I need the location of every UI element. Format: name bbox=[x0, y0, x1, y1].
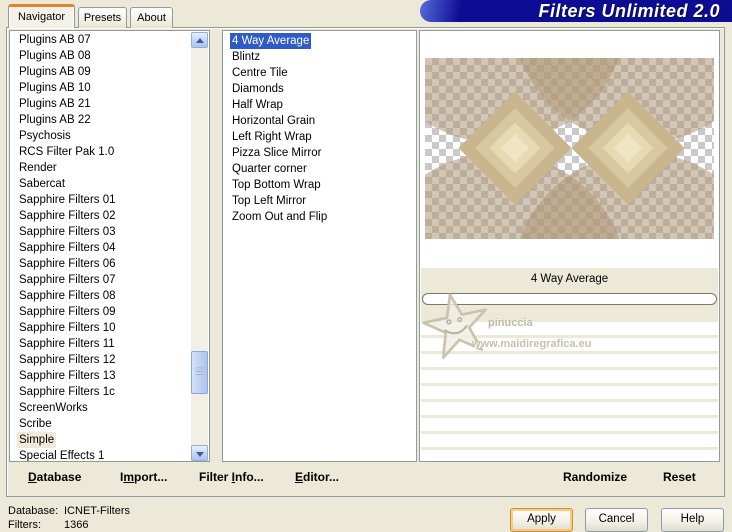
category-item[interactable]: Sapphire Filters 01 bbox=[10, 192, 209, 208]
category-item[interactable]: RCS Filter Pak 1.0 bbox=[10, 144, 209, 160]
category-item[interactable]: Sabercat bbox=[10, 176, 209, 192]
filters-count-label: Filters: bbox=[8, 519, 41, 531]
parameter-band: 4 Way Average bbox=[421, 268, 718, 319]
reset-button[interactable]: Reset bbox=[663, 462, 696, 492]
help-button[interactable]: Help bbox=[661, 508, 724, 532]
category-item[interactable]: ScreenWorks bbox=[10, 400, 209, 416]
filter-item[interactable]: Left Right Wrap bbox=[223, 129, 416, 145]
category-item[interactable]: Plugins AB 10 bbox=[10, 80, 209, 96]
category-item[interactable]: Plugins AB 08 bbox=[10, 48, 209, 64]
preview-panel: 4 Way Average pinuccia www.maidiregrafic… bbox=[419, 30, 720, 462]
arrow-up-icon bbox=[196, 38, 204, 43]
tab-presets[interactable]: Presets bbox=[78, 7, 127, 28]
category-item[interactable]: Sapphire Filters 09 bbox=[10, 304, 209, 320]
pattern-diamond bbox=[571, 91, 685, 205]
filter-item[interactable]: Top Left Mirror bbox=[223, 193, 416, 209]
filter-info-button[interactable]: Filter Info... bbox=[199, 462, 264, 492]
pattern-diamond bbox=[458, 91, 572, 205]
database-status-value: ICNET-Filters bbox=[64, 505, 130, 517]
category-item[interactable]: Sapphire Filters 02 bbox=[10, 208, 209, 224]
filter-preview-image bbox=[425, 58, 714, 239]
filter-item[interactable]: Horizontal Grain bbox=[223, 113, 416, 129]
category-item[interactable]: Sapphire Filters 06 bbox=[10, 256, 209, 272]
category-item[interactable]: Sapphire Filters 04 bbox=[10, 240, 209, 256]
category-item[interactable]: Sapphire Filters 13 bbox=[10, 368, 209, 384]
category-item[interactable]: Sapphire Filters 11 bbox=[10, 336, 209, 352]
category-item[interactable]: Special Effects 1 bbox=[10, 448, 209, 461]
empty-parameter-rows bbox=[421, 319, 718, 461]
category-item[interactable]: Plugins AB 07 bbox=[10, 32, 209, 48]
tab-about-label: About bbox=[137, 12, 166, 24]
category-list-scrollbar[interactable] bbox=[191, 32, 208, 461]
filter-category-list: Plugins AB 07 Plugins AB 08 Plugins AB 0… bbox=[9, 30, 210, 462]
scroll-down-button[interactable] bbox=[191, 445, 208, 461]
cancel-button[interactable]: Cancel bbox=[585, 508, 648, 532]
editor-button[interactable]: Editor... bbox=[295, 462, 339, 492]
filter-parameter-slider[interactable] bbox=[422, 293, 717, 305]
filter-item[interactable]: Zoom Out and Flip bbox=[223, 209, 416, 225]
category-item[interactable]: Plugins AB 21 bbox=[10, 96, 209, 112]
selected-filter-caption: 4 Way Average bbox=[530, 273, 609, 285]
scrollbar-thumb[interactable] bbox=[191, 351, 208, 394]
arrow-down-icon bbox=[196, 452, 204, 457]
filter-list: 4 Way Average Blintz Centre Tile Diamond… bbox=[222, 30, 417, 462]
filter-item[interactable]: Diamonds bbox=[223, 81, 416, 97]
category-item[interactable]: Sapphire Filters 1c bbox=[10, 384, 209, 400]
randomize-button[interactable]: Randomize bbox=[563, 462, 627, 492]
import-button[interactable]: Import... bbox=[120, 462, 167, 492]
filter-item[interactable]: Pizza Slice Mirror bbox=[223, 145, 416, 161]
filters-count-value: 1366 bbox=[64, 519, 89, 531]
filter-item[interactable]: Half Wrap bbox=[223, 97, 416, 113]
category-item[interactable]: Psychosis bbox=[10, 128, 209, 144]
title-banner: Filters Unlimited 2.0 bbox=[420, 0, 732, 22]
category-item[interactable]: Plugins AB 09 bbox=[10, 64, 209, 80]
tab-navigator-label: Navigator bbox=[17, 11, 66, 23]
tab-presets-label: Presets bbox=[83, 12, 122, 24]
category-item[interactable]: Sapphire Filters 07 bbox=[10, 272, 209, 288]
database-button[interactable]: Database bbox=[28, 462, 81, 492]
category-item[interactable]: Sapphire Filters 08 bbox=[10, 288, 209, 304]
category-item[interactable]: Sapphire Filters 10 bbox=[10, 320, 209, 336]
filter-item[interactable]: Quarter corner bbox=[223, 161, 416, 177]
apply-button[interactable]: Apply bbox=[510, 508, 573, 532]
scroll-up-button[interactable] bbox=[191, 32, 208, 48]
category-item-selected[interactable]: Simple bbox=[10, 432, 209, 448]
command-bar: Database Import... Filter Info... Editor… bbox=[8, 462, 719, 492]
category-item[interactable]: Plugins AB 22 bbox=[10, 112, 209, 128]
tab-about[interactable]: About bbox=[130, 7, 173, 28]
app-title: Filters Unlimited 2.0 bbox=[538, 1, 720, 21]
filter-item[interactable]: Centre Tile bbox=[223, 65, 416, 81]
category-item[interactable]: Render bbox=[10, 160, 209, 176]
filter-item[interactable]: Top Bottom Wrap bbox=[223, 177, 416, 193]
filters-unlimited-dialog: { "window": { "title": "Filters Unlimite… bbox=[0, 0, 732, 532]
tab-navigator[interactable]: Navigator bbox=[8, 4, 75, 28]
database-status-label: Database: bbox=[8, 505, 59, 517]
filter-item[interactable]: Blintz bbox=[223, 49, 416, 65]
category-item[interactable]: Sapphire Filters 03 bbox=[10, 224, 209, 240]
category-item[interactable]: Scribe bbox=[10, 416, 209, 432]
category-item[interactable]: Sapphire Filters 12 bbox=[10, 352, 209, 368]
filter-item-selected[interactable]: 4 Way Average bbox=[223, 33, 416, 49]
